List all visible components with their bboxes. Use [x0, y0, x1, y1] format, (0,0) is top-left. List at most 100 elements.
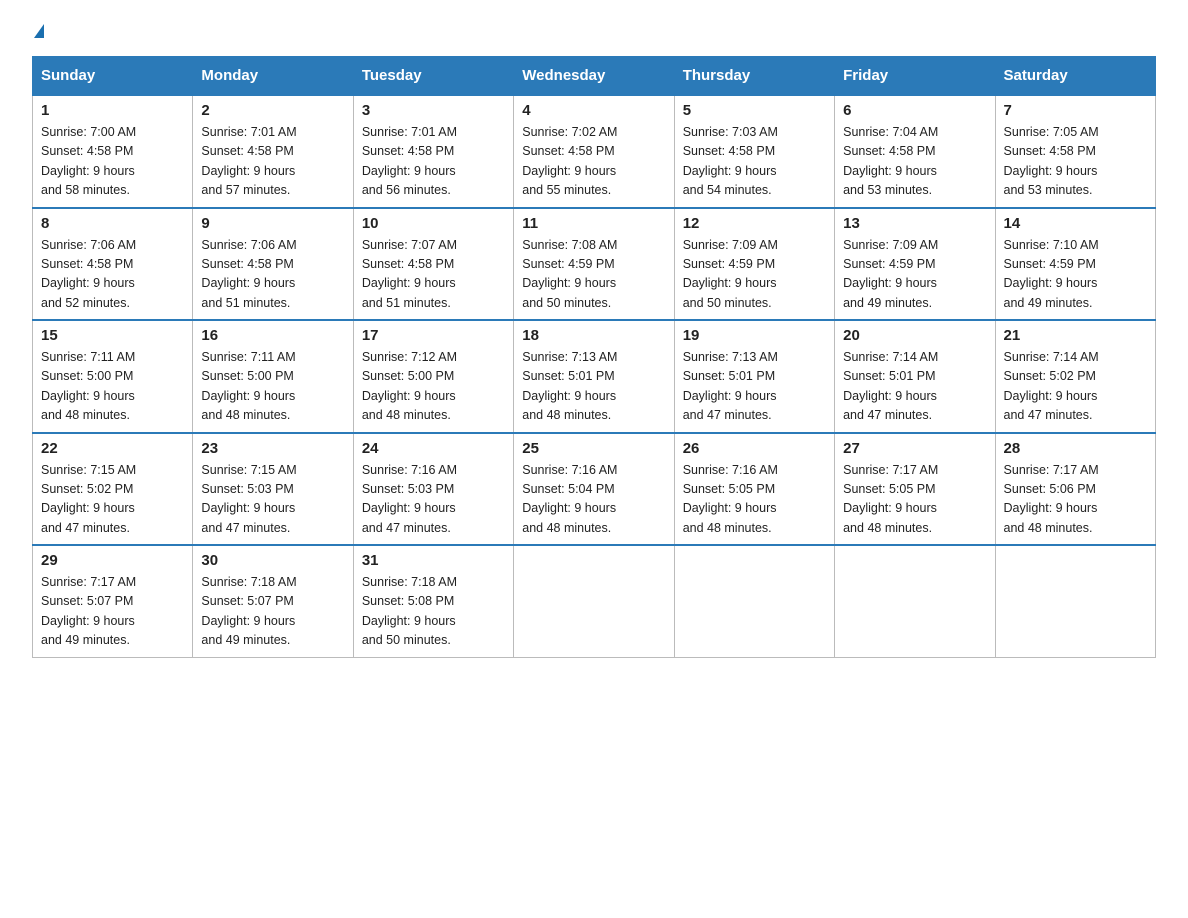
calendar-cell: 1 Sunrise: 7:00 AM Sunset: 4:58 PM Dayli…	[33, 95, 193, 208]
day-info: Sunrise: 7:15 AM Sunset: 5:02 PM Dayligh…	[41, 461, 184, 539]
day-number: 27	[843, 440, 986, 457]
page-header	[32, 24, 1156, 40]
day-number: 11	[522, 215, 665, 232]
day-number: 13	[843, 215, 986, 232]
day-number: 29	[41, 552, 184, 569]
day-info: Sunrise: 7:16 AM Sunset: 5:03 PM Dayligh…	[362, 461, 505, 539]
day-number: 3	[362, 102, 505, 119]
day-info: Sunrise: 7:01 AM Sunset: 4:58 PM Dayligh…	[201, 123, 344, 201]
calendar-cell: 19 Sunrise: 7:13 AM Sunset: 5:01 PM Dayl…	[674, 320, 834, 433]
day-number: 17	[362, 327, 505, 344]
calendar-cell	[674, 545, 834, 657]
day-number: 18	[522, 327, 665, 344]
day-number: 12	[683, 215, 826, 232]
calendar-cell: 2 Sunrise: 7:01 AM Sunset: 4:58 PM Dayli…	[193, 95, 353, 208]
day-info: Sunrise: 7:00 AM Sunset: 4:58 PM Dayligh…	[41, 123, 184, 201]
day-number: 21	[1004, 327, 1147, 344]
day-number: 9	[201, 215, 344, 232]
day-info: Sunrise: 7:01 AM Sunset: 4:58 PM Dayligh…	[362, 123, 505, 201]
day-info: Sunrise: 7:17 AM Sunset: 5:05 PM Dayligh…	[843, 461, 986, 539]
day-number: 28	[1004, 440, 1147, 457]
weekday-header-saturday: Saturday	[995, 57, 1155, 96]
calendar-cell: 14 Sunrise: 7:10 AM Sunset: 4:59 PM Dayl…	[995, 208, 1155, 321]
day-info: Sunrise: 7:09 AM Sunset: 4:59 PM Dayligh…	[843, 236, 986, 314]
day-number: 5	[683, 102, 826, 119]
day-info: Sunrise: 7:18 AM Sunset: 5:08 PM Dayligh…	[362, 573, 505, 651]
calendar-cell: 12 Sunrise: 7:09 AM Sunset: 4:59 PM Dayl…	[674, 208, 834, 321]
calendar-cell: 31 Sunrise: 7:18 AM Sunset: 5:08 PM Dayl…	[353, 545, 513, 657]
calendar-cell: 13 Sunrise: 7:09 AM Sunset: 4:59 PM Dayl…	[835, 208, 995, 321]
calendar-cell: 8 Sunrise: 7:06 AM Sunset: 4:58 PM Dayli…	[33, 208, 193, 321]
weekday-header-sunday: Sunday	[33, 57, 193, 96]
day-number: 20	[843, 327, 986, 344]
day-number: 30	[201, 552, 344, 569]
day-number: 10	[362, 215, 505, 232]
calendar-cell: 20 Sunrise: 7:14 AM Sunset: 5:01 PM Dayl…	[835, 320, 995, 433]
day-info: Sunrise: 7:17 AM Sunset: 5:06 PM Dayligh…	[1004, 461, 1147, 539]
calendar-cell: 18 Sunrise: 7:13 AM Sunset: 5:01 PM Dayl…	[514, 320, 674, 433]
day-number: 31	[362, 552, 505, 569]
calendar-cell: 11 Sunrise: 7:08 AM Sunset: 4:59 PM Dayl…	[514, 208, 674, 321]
calendar-cell	[514, 545, 674, 657]
calendar-cell: 23 Sunrise: 7:15 AM Sunset: 5:03 PM Dayl…	[193, 433, 353, 546]
calendar-cell: 27 Sunrise: 7:17 AM Sunset: 5:05 PM Dayl…	[835, 433, 995, 546]
weekday-header-thursday: Thursday	[674, 57, 834, 96]
day-info: Sunrise: 7:06 AM Sunset: 4:58 PM Dayligh…	[201, 236, 344, 314]
weekday-header-tuesday: Tuesday	[353, 57, 513, 96]
logo-triangle-icon	[34, 24, 44, 38]
calendar-header-row: SundayMondayTuesdayWednesdayThursdayFrid…	[33, 57, 1156, 96]
day-info: Sunrise: 7:11 AM Sunset: 5:00 PM Dayligh…	[201, 348, 344, 426]
calendar-cell: 22 Sunrise: 7:15 AM Sunset: 5:02 PM Dayl…	[33, 433, 193, 546]
calendar-cell: 16 Sunrise: 7:11 AM Sunset: 5:00 PM Dayl…	[193, 320, 353, 433]
day-info: Sunrise: 7:13 AM Sunset: 5:01 PM Dayligh…	[522, 348, 665, 426]
calendar-cell: 5 Sunrise: 7:03 AM Sunset: 4:58 PM Dayli…	[674, 95, 834, 208]
calendar-cell: 3 Sunrise: 7:01 AM Sunset: 4:58 PM Dayli…	[353, 95, 513, 208]
week-row-1: 1 Sunrise: 7:00 AM Sunset: 4:58 PM Dayli…	[33, 95, 1156, 208]
day-info: Sunrise: 7:17 AM Sunset: 5:07 PM Dayligh…	[41, 573, 184, 651]
day-info: Sunrise: 7:13 AM Sunset: 5:01 PM Dayligh…	[683, 348, 826, 426]
day-info: Sunrise: 7:02 AM Sunset: 4:58 PM Dayligh…	[522, 123, 665, 201]
day-number: 25	[522, 440, 665, 457]
weekday-header-friday: Friday	[835, 57, 995, 96]
day-info: Sunrise: 7:10 AM Sunset: 4:59 PM Dayligh…	[1004, 236, 1147, 314]
day-info: Sunrise: 7:15 AM Sunset: 5:03 PM Dayligh…	[201, 461, 344, 539]
week-row-2: 8 Sunrise: 7:06 AM Sunset: 4:58 PM Dayli…	[33, 208, 1156, 321]
calendar-cell: 24 Sunrise: 7:16 AM Sunset: 5:03 PM Dayl…	[353, 433, 513, 546]
day-number: 4	[522, 102, 665, 119]
logo-blue-text	[32, 24, 44, 40]
logo	[32, 24, 44, 40]
day-info: Sunrise: 7:16 AM Sunset: 5:04 PM Dayligh…	[522, 461, 665, 539]
day-number: 19	[683, 327, 826, 344]
calendar-cell: 26 Sunrise: 7:16 AM Sunset: 5:05 PM Dayl…	[674, 433, 834, 546]
day-info: Sunrise: 7:03 AM Sunset: 4:58 PM Dayligh…	[683, 123, 826, 201]
calendar-cell: 25 Sunrise: 7:16 AM Sunset: 5:04 PM Dayl…	[514, 433, 674, 546]
weekday-header-wednesday: Wednesday	[514, 57, 674, 96]
day-info: Sunrise: 7:12 AM Sunset: 5:00 PM Dayligh…	[362, 348, 505, 426]
day-info: Sunrise: 7:08 AM Sunset: 4:59 PM Dayligh…	[522, 236, 665, 314]
week-row-4: 22 Sunrise: 7:15 AM Sunset: 5:02 PM Dayl…	[33, 433, 1156, 546]
calendar-cell: 29 Sunrise: 7:17 AM Sunset: 5:07 PM Dayl…	[33, 545, 193, 657]
day-info: Sunrise: 7:05 AM Sunset: 4:58 PM Dayligh…	[1004, 123, 1147, 201]
calendar-cell: 10 Sunrise: 7:07 AM Sunset: 4:58 PM Dayl…	[353, 208, 513, 321]
calendar-cell: 21 Sunrise: 7:14 AM Sunset: 5:02 PM Dayl…	[995, 320, 1155, 433]
calendar-cell: 4 Sunrise: 7:02 AM Sunset: 4:58 PM Dayli…	[514, 95, 674, 208]
week-row-5: 29 Sunrise: 7:17 AM Sunset: 5:07 PM Dayl…	[33, 545, 1156, 657]
day-info: Sunrise: 7:14 AM Sunset: 5:02 PM Dayligh…	[1004, 348, 1147, 426]
day-number: 6	[843, 102, 986, 119]
day-info: Sunrise: 7:06 AM Sunset: 4:58 PM Dayligh…	[41, 236, 184, 314]
day-number: 8	[41, 215, 184, 232]
day-number: 1	[41, 102, 184, 119]
calendar-cell	[995, 545, 1155, 657]
day-info: Sunrise: 7:16 AM Sunset: 5:05 PM Dayligh…	[683, 461, 826, 539]
day-info: Sunrise: 7:11 AM Sunset: 5:00 PM Dayligh…	[41, 348, 184, 426]
day-info: Sunrise: 7:14 AM Sunset: 5:01 PM Dayligh…	[843, 348, 986, 426]
day-number: 16	[201, 327, 344, 344]
day-number: 24	[362, 440, 505, 457]
calendar-cell: 17 Sunrise: 7:12 AM Sunset: 5:00 PM Dayl…	[353, 320, 513, 433]
calendar-table: SundayMondayTuesdayWednesdayThursdayFrid…	[32, 56, 1156, 658]
week-row-3: 15 Sunrise: 7:11 AM Sunset: 5:00 PM Dayl…	[33, 320, 1156, 433]
calendar-cell: 6 Sunrise: 7:04 AM Sunset: 4:58 PM Dayli…	[835, 95, 995, 208]
day-info: Sunrise: 7:07 AM Sunset: 4:58 PM Dayligh…	[362, 236, 505, 314]
calendar-cell	[835, 545, 995, 657]
day-number: 15	[41, 327, 184, 344]
